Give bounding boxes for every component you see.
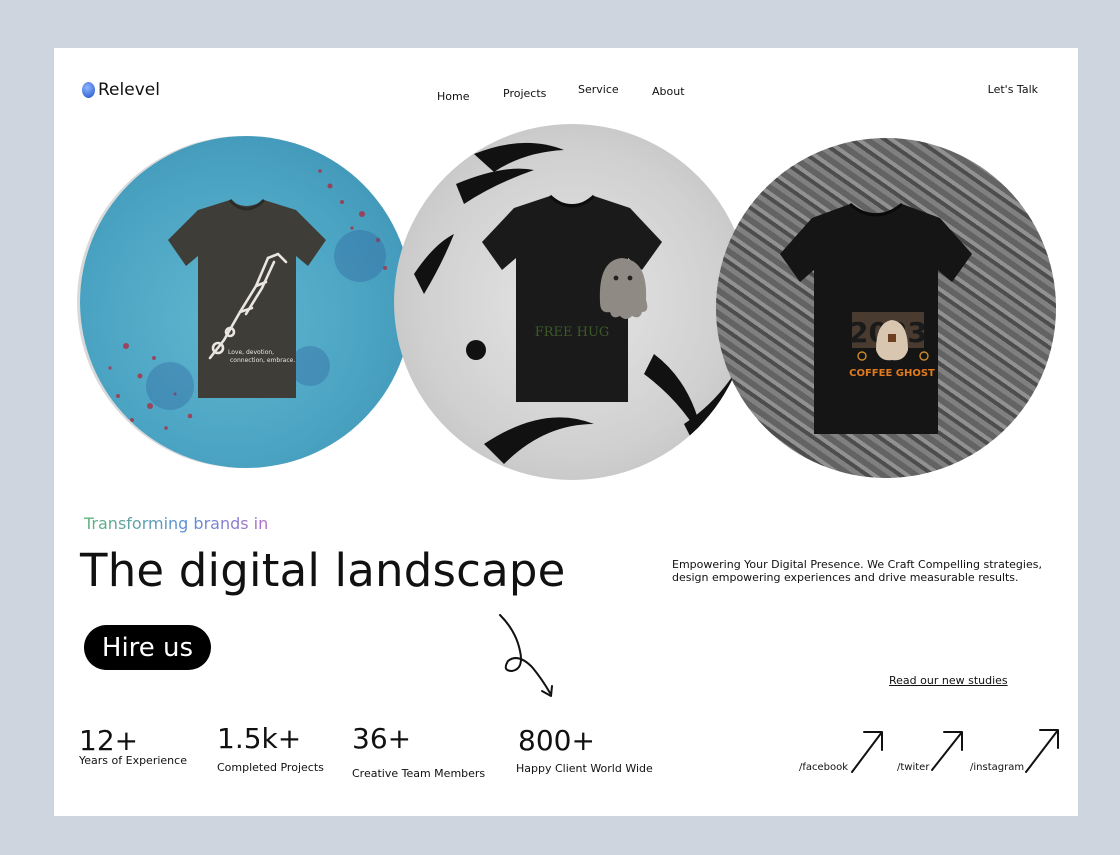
- hero-description: Empowering Your Digital Presence. We Cra…: [672, 558, 1042, 584]
- stat-value-team: 36+: [352, 722, 412, 755]
- arrow-up-right-icon[interactable]: [850, 728, 886, 774]
- squiggle-arrow-icon: [499, 614, 553, 697]
- social-link-instagram[interactable]: /instagram: [970, 762, 1024, 773]
- stat-label-experience: Years of Experience: [79, 754, 187, 767]
- nav-item-projects[interactable]: Projects: [503, 87, 546, 100]
- social-link-twitter[interactable]: /twiter: [897, 762, 929, 773]
- nav-item-home[interactable]: Home: [437, 90, 469, 103]
- ghost-tshirt-image: FREE HUG: [414, 142, 742, 464]
- hero-headline: The digital landscape: [80, 544, 566, 597]
- stat-value-experience: 12+: [79, 724, 139, 757]
- social-link-facebook[interactable]: /facebook: [799, 762, 848, 773]
- hero-image-ghost-shirt: FREE HUG: [394, 124, 750, 480]
- read-studies-link[interactable]: Read our new studies: [889, 674, 1008, 687]
- skeleton-hand-tshirt-image: Love, devotion, connection, embrace.: [108, 169, 400, 438]
- svg-text:connection, embrace.: connection, embrace.: [230, 357, 295, 364]
- coffee-ghost-tshirt-image: 2023 COFFEE GHOST: [716, 138, 1056, 478]
- arrow-up-right-icon[interactable]: [1022, 726, 1062, 774]
- lets-talk-link[interactable]: Let's Talk: [988, 83, 1038, 96]
- hire-us-button[interactable]: Hire us: [84, 625, 211, 670]
- arrow-up-right-icon[interactable]: [930, 728, 966, 772]
- stat-label-projects: Completed Projects: [217, 761, 324, 774]
- stat-value-projects: 1.5k+: [217, 722, 302, 755]
- logo-mark-icon: [82, 82, 95, 98]
- coffee-ghost-shirt-text: COFFEE GHOST: [849, 368, 935, 379]
- brand-name: Relevel: [98, 80, 160, 100]
- stat-label-clients: Happy Client World Wide: [516, 762, 653, 775]
- hero-image-skeleton-shirt: Love, devotion, connection, embrace.: [80, 136, 412, 468]
- brand-logo[interactable]: Relevel: [82, 80, 160, 100]
- free-hug-shirt-text: FREE HUG: [535, 325, 610, 340]
- stat-value-clients: 800+: [518, 724, 595, 757]
- nav-item-about[interactable]: About: [652, 85, 685, 98]
- nav-item-service[interactable]: Service: [578, 83, 619, 96]
- hero-image-coffee-ghost-shirt: 2023 COFFEE GHOST: [716, 138, 1056, 478]
- stat-label-team: Creative Team Members: [352, 767, 486, 780]
- landing-page: Relevel Home Projects Service About Let'…: [54, 48, 1078, 816]
- svg-text:Love, devotion,: Love, devotion,: [228, 349, 274, 356]
- hero-tagline: Transforming brands in: [84, 514, 269, 533]
